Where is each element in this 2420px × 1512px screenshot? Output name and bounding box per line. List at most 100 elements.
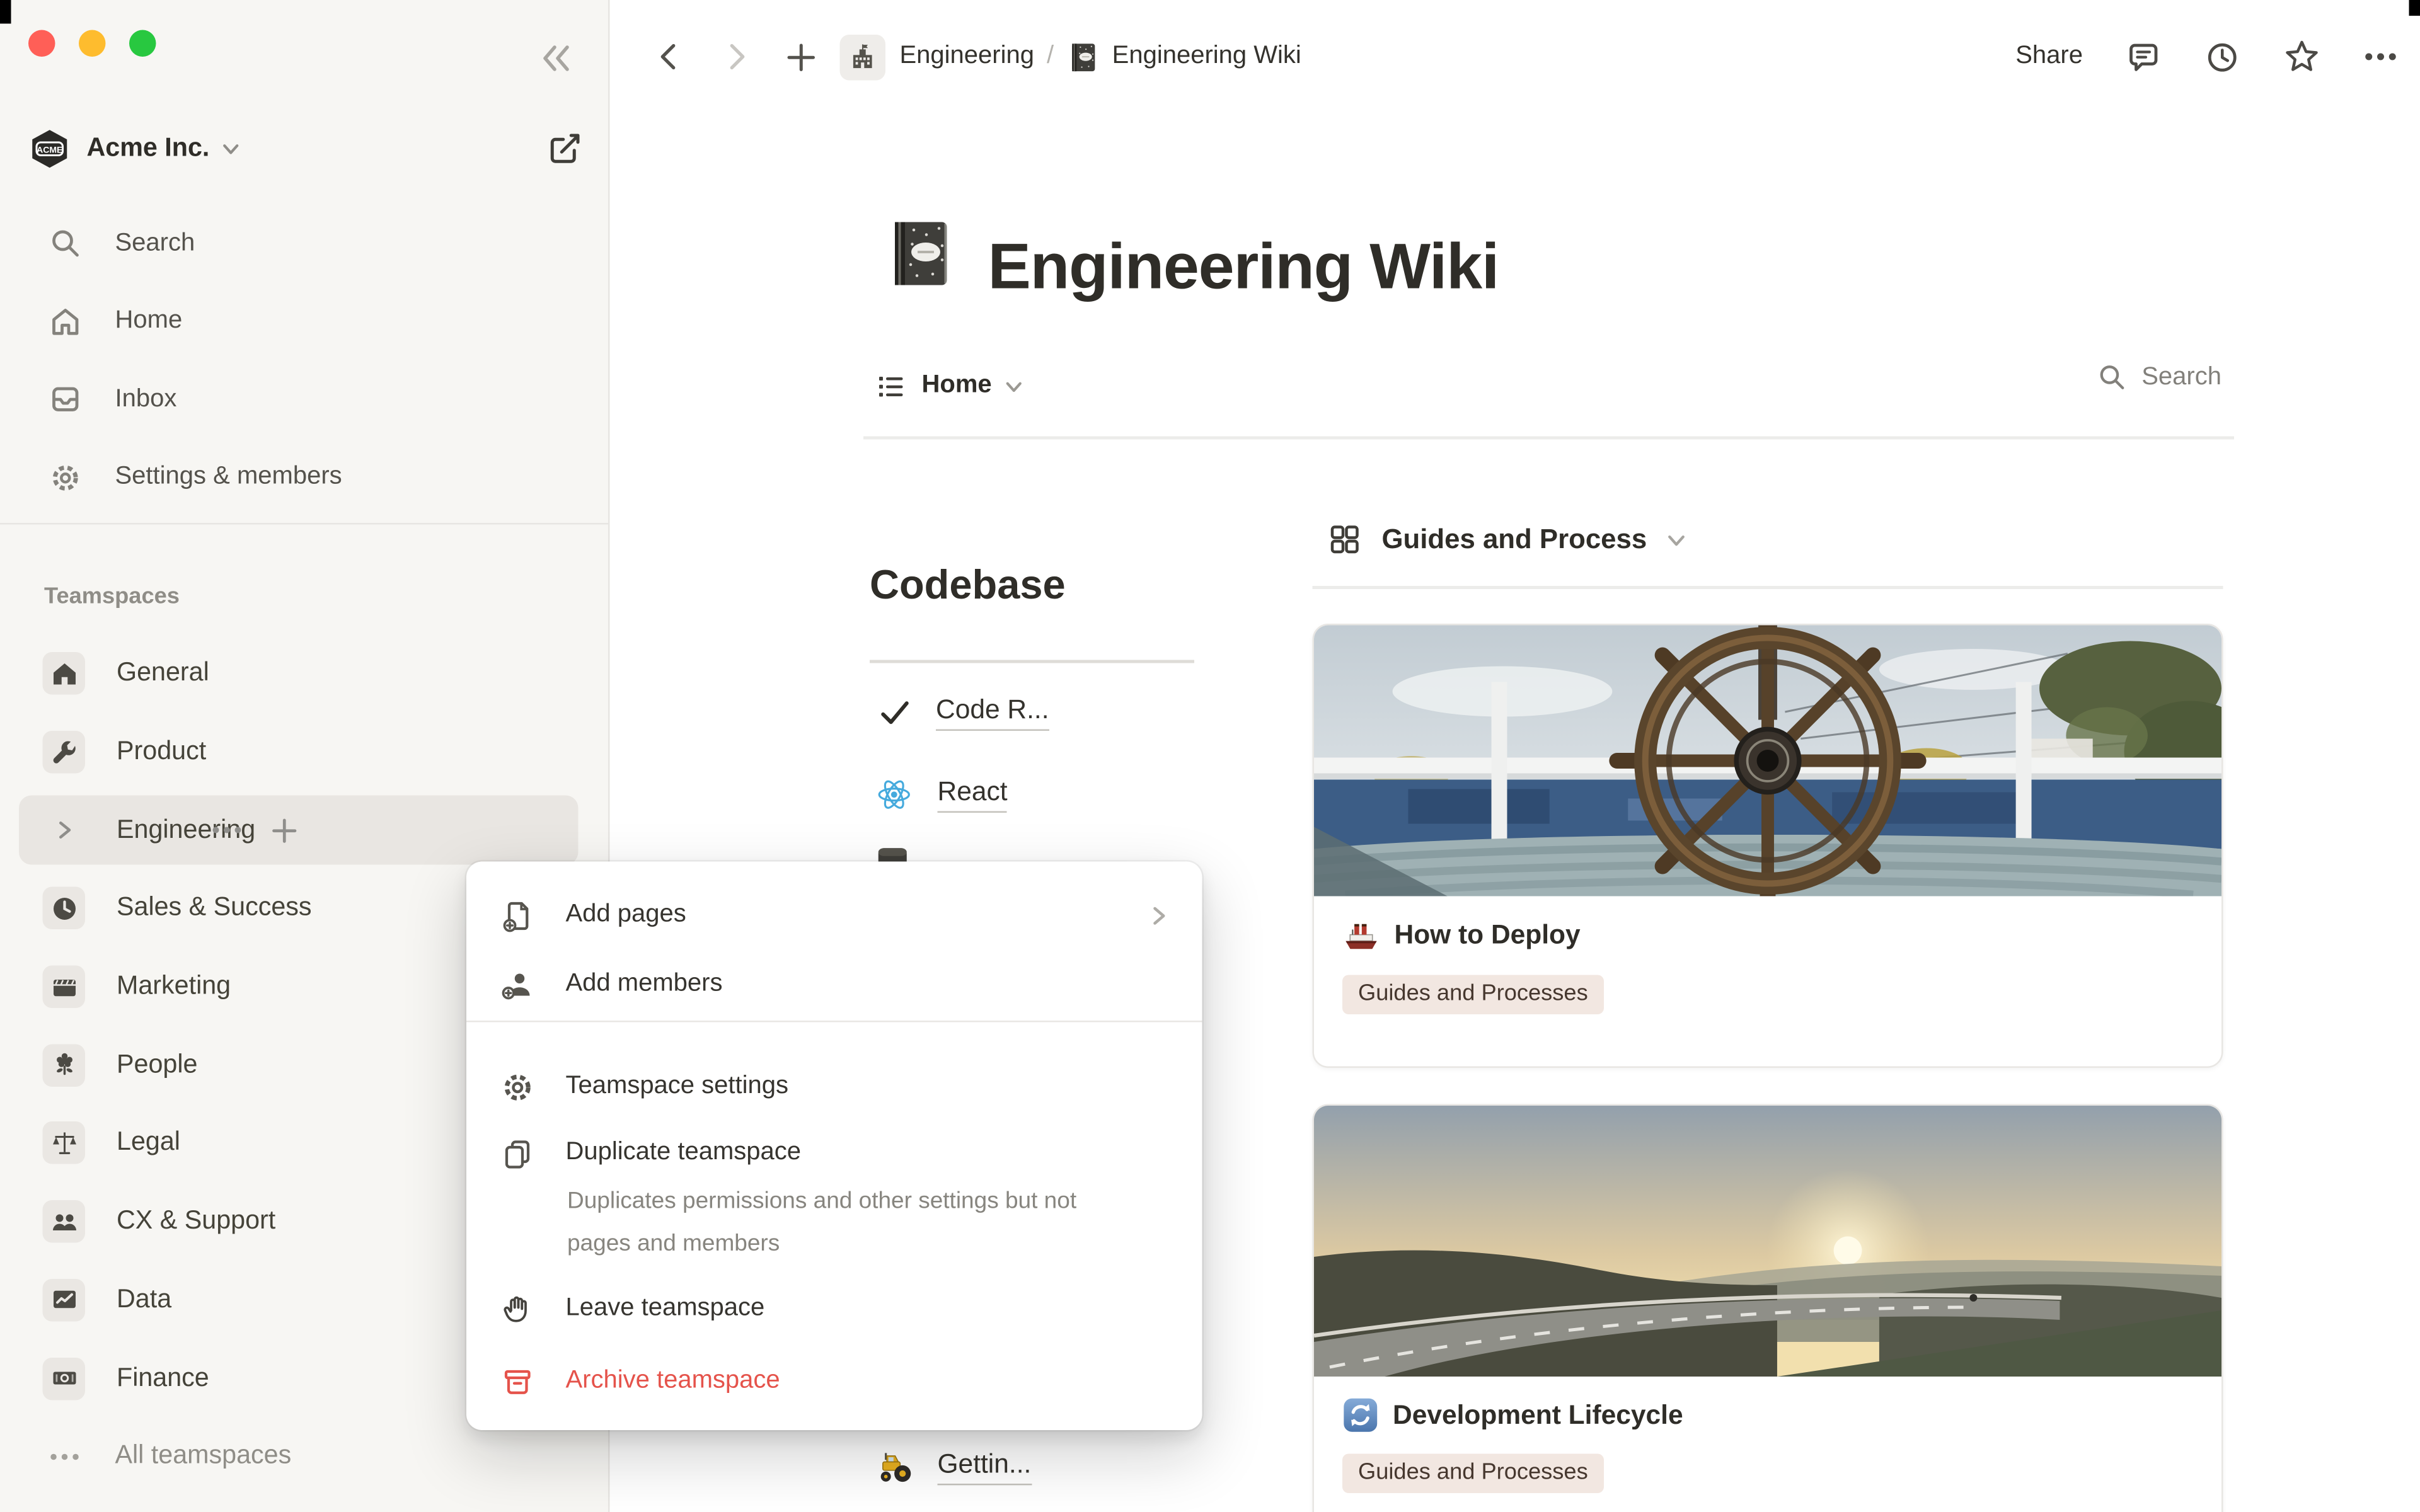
menu-item-leave-teamspace[interactable]: Leave teamspace [466,1282,1202,1336]
waving-hand-icon [501,1292,534,1326]
history-clock-icon[interactable] [2204,38,2241,75]
sidebar-item-settings[interactable]: Settings & members [0,438,608,517]
card-title: How to Deploy [1395,920,1581,951]
people-icon [43,1200,86,1243]
workspace-switcher[interactable]: ACME Acme Inc. [28,120,583,176]
guides-and-process-header[interactable]: Guides and Process [1328,523,1688,556]
building-icon [848,42,878,72]
sidebar-item-inbox[interactable]: Inbox [0,361,608,439]
page-link-getting-started[interactable]: Gettin... [876,1449,1031,1486]
ship-icon [1342,917,1380,954]
teamspace-product[interactable]: Product [0,713,608,791]
clapperboard-icon [43,966,86,1009]
notion-window: ACME Acme Inc. Search Home Inbox [0,0,2420,1512]
gear-icon [501,1070,534,1104]
search-icon [2097,362,2128,392]
menu-item-duplicate-teamspace[interactable]: Duplicate teamspace [466,1126,1202,1180]
breadcrumb-separator: / [1047,43,1054,71]
window-controls [28,30,156,57]
guides-divider [1313,586,2223,588]
workspace-name: Acme Inc. [87,133,210,163]
minimize-window-button[interactable] [79,30,106,57]
workspace-logo: ACME [28,127,71,169]
notebook-icon [1066,40,1100,74]
screen-corner-artifact [2409,0,2420,16]
duplicate-description: Duplicates permissions and other setting… [567,1181,1122,1266]
card-tag: Guides and Processes [1342,1454,1604,1494]
codebase-divider [870,660,1194,663]
new-page-compose-icon[interactable] [547,130,584,166]
ellipsis-icon [49,1450,81,1463]
breadcrumb-page[interactable]: Engineering Wiki [1112,43,1301,71]
favorite-star-icon[interactable] [2283,38,2321,76]
clock-icon [43,888,86,931]
forward-icon[interactable] [712,33,759,81]
sidebar-item-home[interactable]: Home [0,283,608,361]
view-tab-home[interactable]: Home [876,359,1025,413]
card-tag: Guides and Processes [1342,975,1604,1015]
search-icon [49,227,83,261]
teamspace-general[interactable]: General [0,635,608,713]
teamspace-add-page-icon[interactable] [271,817,298,844]
chevron-right-icon[interactable] [43,809,86,852]
sidebar-divider [0,523,608,525]
cycle-arrows-icon [1342,1397,1379,1434]
inbox-icon [49,383,83,416]
share-button[interactable]: Share [2015,43,2083,71]
page-link-code-review[interactable]: Code R... [879,695,1049,731]
menu-item-add-pages[interactable]: Add pages [466,888,1202,942]
codebase-heading: Codebase [870,561,1066,610]
card-image-ship-wheel [1314,626,2221,896]
teamspaces-section-label: Teamspaces [44,585,180,610]
chevron-down-icon [221,138,241,159]
sidebar-item-search[interactable]: Search [0,205,608,283]
person-plus-icon [501,968,534,1001]
chevron-down-icon [1666,529,1688,551]
list-view-icon [876,371,906,401]
page-icon-notebook[interactable] [882,216,958,292]
page-title[interactable]: Engineering Wiki [988,230,1499,304]
breadcrumb-teamspace[interactable]: Engineering [900,43,1035,71]
page-link-react[interactable]: React [876,777,1008,813]
card-development-lifecycle[interactable]: Development Lifecycle Guides and Process… [1313,1104,2223,1512]
scales-icon [43,1122,86,1165]
zoom-window-button[interactable] [129,30,156,57]
menu-divider [466,1021,1202,1022]
card-title: Development Lifecycle [1393,1399,1683,1431]
screen-corner-artifact [0,0,11,24]
menu-item-archive-teamspace[interactable]: Archive teamspace [466,1354,1202,1408]
duplicate-copy-icon [501,1137,534,1170]
chevron-down-icon [1005,375,1025,396]
flower-icon [43,1044,86,1087]
add-page-icon[interactable] [778,34,824,80]
home-icon [49,305,83,338]
teamspace-more-icon[interactable] [211,824,243,837]
collapse-sidebar-icon[interactable] [539,41,573,76]
archive-box-icon [501,1365,534,1398]
check-icon [879,697,911,728]
card-how-to-deploy[interactable]: How to Deploy Guides and Processes [1313,624,2223,1068]
menu-item-add-members[interactable]: Add members [466,958,1202,1011]
menu-item-teamspace-settings[interactable]: Teamspace settings [466,1060,1202,1114]
house-icon [43,653,86,696]
topbar: Engineering / Engineering Wiki Share [611,0,2420,113]
comments-icon[interactable] [2126,38,2162,75]
banknote-icon [43,1357,86,1400]
header-divider [863,437,2234,439]
teamspace-context-menu: Add pages Add members Teamspace settings… [466,862,1202,1431]
react-icon [876,777,913,813]
page-search[interactable]: Search [2097,362,2221,392]
card-image-road-sunset [1314,1106,2221,1377]
wrench-icon [43,731,86,774]
breadcrumb-teamspace-icon[interactable] [840,34,886,80]
gallery-view-icon [1328,523,1362,556]
chart-icon [43,1279,86,1322]
svg-text:ACME: ACME [37,144,62,154]
tractor-icon [876,1449,913,1486]
more-options-icon[interactable] [2363,50,2398,63]
page-plus-icon [501,898,534,932]
back-icon[interactable] [646,33,693,81]
chevron-right-icon [1147,903,1171,927]
close-window-button[interactable] [28,30,55,57]
teamspace-engineering[interactable]: Engineering [0,791,608,869]
